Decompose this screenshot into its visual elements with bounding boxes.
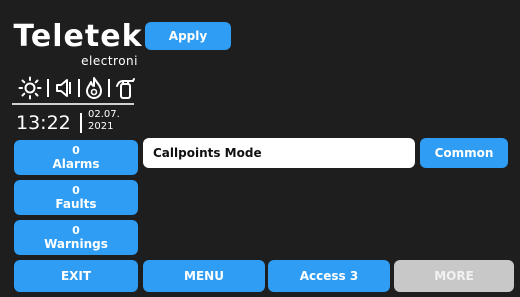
apply-button-label: Apply	[168, 29, 208, 43]
faults-button[interactable]: 0 Faults	[14, 180, 138, 215]
clock-date-day: 02.07.	[88, 109, 120, 120]
exit-button[interactable]: EXIT	[14, 260, 138, 292]
clock: 13:22 02.07. 2021	[14, 108, 138, 138]
common-button[interactable]: Common	[420, 138, 508, 168]
warnings-label: Warnings	[44, 237, 108, 251]
status-icons	[18, 76, 138, 104]
access-level-label: Access 3	[299, 269, 359, 283]
speaker-icon	[56, 79, 71, 97]
alarms-count: 0	[72, 144, 80, 157]
panel-screen: Teletek electroni 13:22 02.07. 2021 Appl…	[0, 0, 520, 297]
more-button[interactable]: MORE	[394, 260, 514, 292]
logo-subtitle: electroni	[81, 54, 138, 68]
extinguisher-icon	[116, 78, 135, 99]
logo-brand: Teletek	[13, 19, 143, 54]
exit-button-label: EXIT	[60, 269, 92, 283]
teletek-logo: Teletek electroni	[12, 20, 144, 70]
warnings-count: 0	[72, 224, 80, 237]
apply-button[interactable]: Apply	[145, 22, 231, 50]
icon-separator	[108, 79, 110, 97]
icon-separator	[47, 79, 49, 97]
clock-separator	[80, 113, 82, 133]
alarms-label: Alarms	[52, 157, 100, 171]
clock-time: 13:22	[16, 112, 71, 134]
warnings-button[interactable]: 0 Warnings	[14, 220, 138, 255]
common-button-label: Common	[434, 146, 494, 160]
menu-button[interactable]: MENU	[143, 260, 265, 292]
faults-count: 0	[72, 184, 80, 197]
clock-date: 02.07. 2021	[88, 109, 120, 133]
sun-icon	[18, 76, 42, 100]
menu-button-label: MENU	[184, 269, 224, 283]
access-level-button[interactable]: Access 3	[268, 260, 390, 292]
icon-separator	[78, 79, 80, 97]
more-button-label: MORE	[434, 269, 474, 283]
faults-label: Faults	[55, 197, 97, 211]
callpoints-mode-field[interactable]: Callpoints Mode	[143, 138, 415, 168]
alarms-button[interactable]: 0 Alarms	[14, 140, 138, 175]
clock-date-year: 2021	[88, 121, 114, 132]
fire-icon	[86, 77, 102, 99]
status-divider	[12, 103, 134, 105]
